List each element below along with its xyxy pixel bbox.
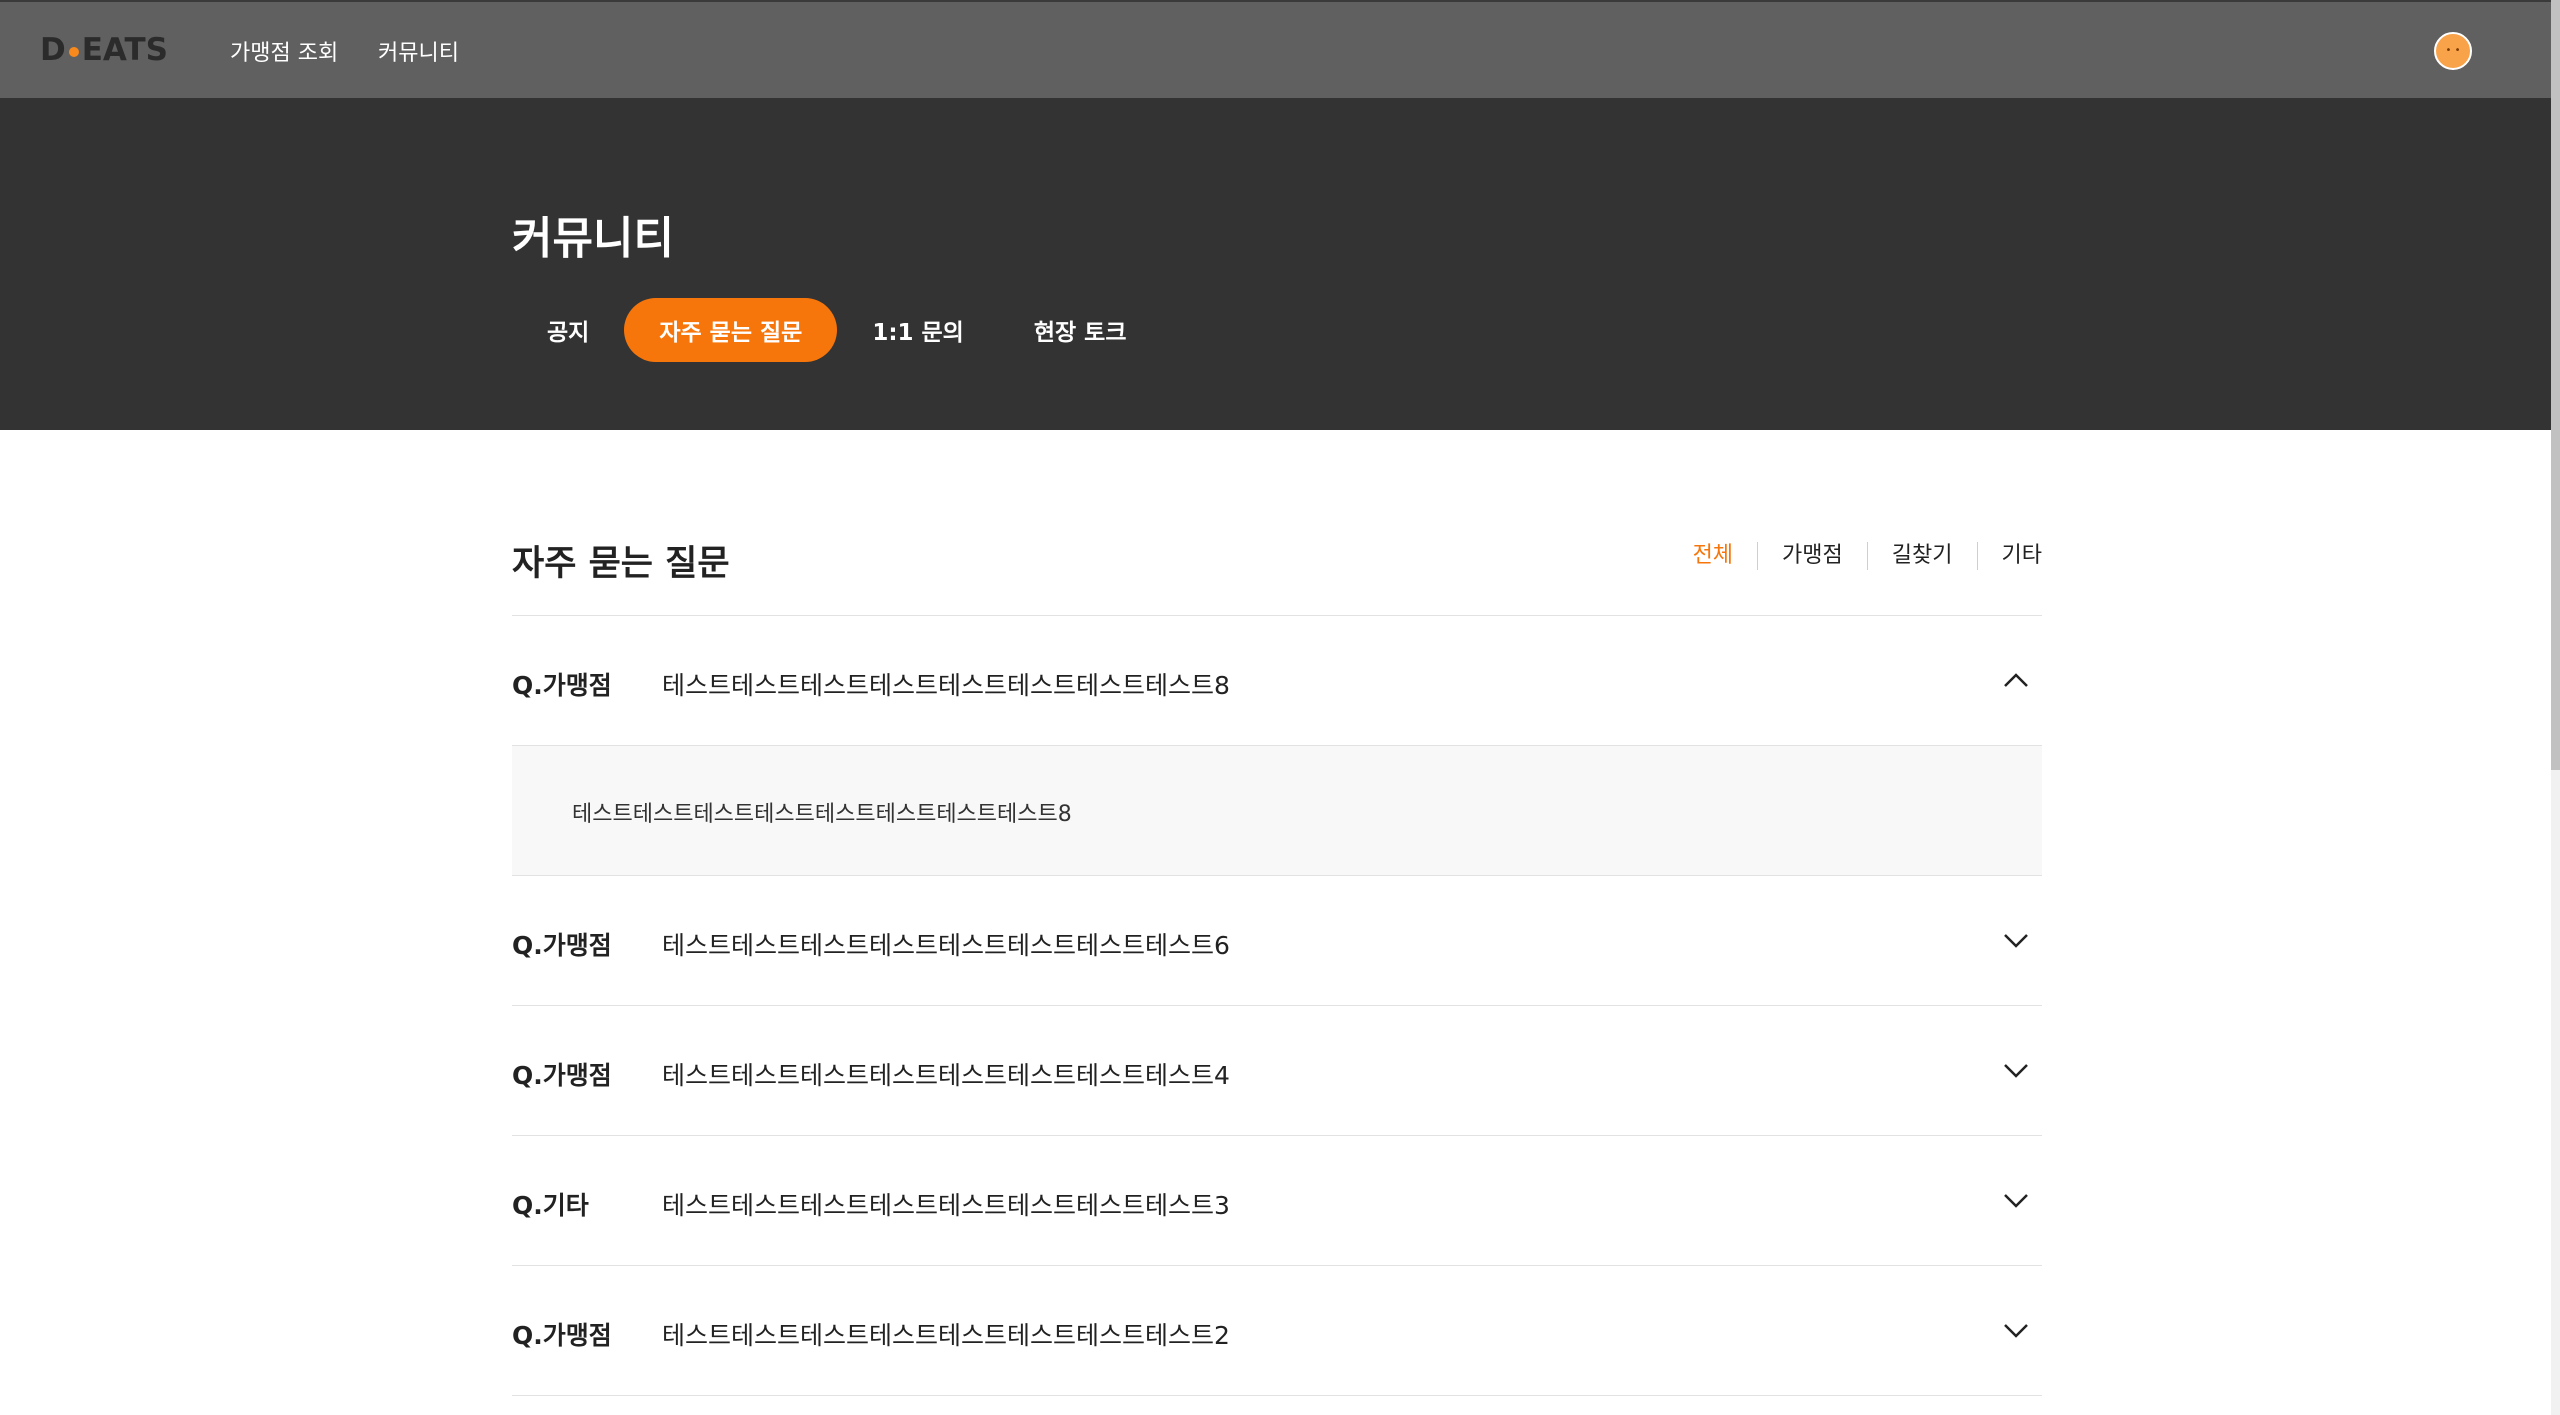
logo-dot-icon [68,47,79,57]
faq-question: 테스트테스트테스트테스트테스트테스트테스트테스트3 [662,1191,1230,1220]
faq-question: 테스트테스트테스트테스트테스트테스트테스트테스트6 [662,931,1230,960]
faq-category: Q.가맹점 [512,671,612,700]
faq-question: 테스트테스트테스트테스트테스트테스트테스트테스트4 [662,1061,1230,1090]
nav-link-community[interactable]: 커뮤니티 [378,35,459,67]
faq-item[interactable]: Q.가맹점 테스트테스트테스트테스트테스트테스트테스트테스트6 [512,876,2042,1006]
faq-answer-panel: 테스트테스트테스트테스트테스트테스트테스트테스트8 [512,746,2042,876]
faq-question: 테스트테스트테스트테스트테스트테스트테스트테스트8 [662,671,1230,700]
avatar-face-icon: • • [2445,45,2461,56]
filter-all[interactable]: 전체 [1669,542,1757,570]
page: D EATS 가맹점 조회 커뮤니티 • • 커뮤니티 공지 자주 묻는 질문 1… [0,0,2560,1415]
logo-letter: D [40,32,66,68]
filter-directions[interactable]: 길찾기 [1866,542,1977,570]
chevron-down-icon[interactable] [2002,1056,2030,1084]
faq-category: Q.가맹점 [512,1061,612,1090]
faq-item[interactable]: Q.가맹점 테스트테스트테스트테스트테스트테스트테스트테스트4 [512,1006,2042,1136]
hero-banner: 커뮤니티 공지 자주 묻는 질문 1:1 문의 현장 토크 [0,98,2551,430]
chevron-down-icon[interactable] [2002,926,2030,954]
chevron-up-icon[interactable] [2002,666,2030,694]
faq-item[interactable]: Q.가맹점 테스트테스트테스트테스트테스트테스트테스트테스트2 [512,1266,2042,1396]
user-avatar[interactable]: • • [2434,32,2472,70]
faq-item[interactable]: Q.가맹점 테스트테스트테스트테스트테스트테스트테스트테스트8 [512,616,2042,746]
community-tabs: 공지 자주 묻는 질문 1:1 문의 현장 토크 [512,298,1162,362]
page-title: 커뮤니티 [512,213,674,264]
category-filters: 전체 가맹점 길찾기 기타 [1669,542,2042,570]
filter-etc[interactable]: 기타 [1976,542,2042,570]
scrollbar[interactable] [2551,0,2560,1415]
logo-wordmark: EATS [81,32,168,68]
section-title: 자주 묻는 질문 [512,544,730,584]
faq-category: Q.기타 [512,1191,589,1220]
nav-link-stores[interactable]: 가맹점 조회 [230,35,338,67]
top-nav: D EATS 가맹점 조회 커뮤니티 • • [0,0,2551,98]
faq-category: Q.가맹점 [512,931,612,960]
faq-header: 자주 묻는 질문 전체 가맹점 길찾기 기타 [512,430,2042,616]
tab-notice[interactable]: 공지 [512,298,624,362]
scrollbar-thumb[interactable] [2551,0,2560,770]
faq-question: 테스트테스트테스트테스트테스트테스트테스트테스트2 [662,1321,1230,1350]
chevron-down-icon[interactable] [2002,1186,2030,1214]
faq-answer: 테스트테스트테스트테스트테스트테스트테스트테스트8 [572,802,1072,827]
logo[interactable]: D EATS [40,32,168,68]
tab-inquiry[interactable]: 1:1 문의 [837,298,999,362]
tab-faq[interactable]: 자주 묻는 질문 [624,298,838,362]
faq-category: Q.가맹점 [512,1321,612,1350]
chevron-down-icon[interactable] [2002,1316,2030,1344]
faq-item[interactable]: Q.기타 테스트테스트테스트테스트테스트테스트테스트테스트3 [512,1136,2042,1266]
faq-section: 자주 묻는 질문 전체 가맹점 길찾기 기타 Q.가맹점 테스트테스트테스트테스… [512,430,2042,1396]
filter-store[interactable]: 가맹점 [1757,542,1867,570]
tab-field-talk[interactable]: 현장 토크 [999,298,1162,362]
